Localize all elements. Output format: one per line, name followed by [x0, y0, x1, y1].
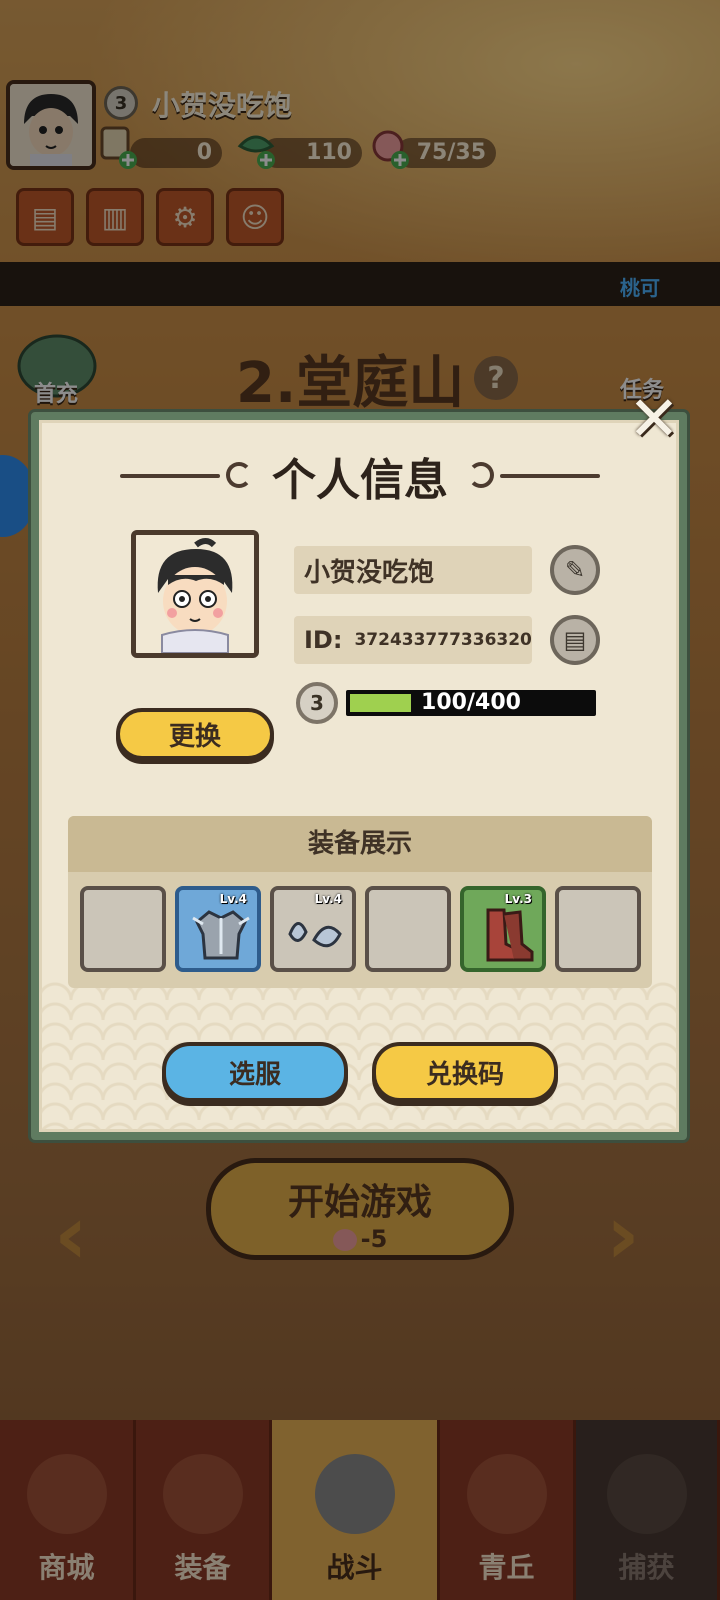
xp-text: 100/400: [421, 690, 521, 715]
edit-name-brush-icon[interactable]: ✎: [550, 545, 600, 595]
bracer-icon: [288, 922, 342, 948]
change-avatar-button[interactable]: 更换: [116, 708, 274, 760]
profile-name-field: 小贺没吃饱: [294, 546, 532, 594]
armor-icon: [192, 910, 250, 960]
equipment-slot-6[interactable]: [555, 886, 641, 972]
profile-id-field: ID: 372433777336320: [294, 616, 532, 664]
equipment-slot-5[interactable]: Lv.3: [460, 886, 546, 972]
redeem-code-button[interactable]: 兑换码: [372, 1042, 558, 1102]
dialog-title: 个人信息: [272, 455, 448, 506]
select-server-button[interactable]: 选服: [162, 1042, 348, 1102]
id-label: ID:: [304, 626, 343, 654]
title-swirl-right-icon: [468, 462, 494, 488]
equipment-slot-4[interactable]: [365, 886, 451, 972]
equipment-header: 装备展示: [68, 816, 652, 872]
profile-avatar: [131, 530, 259, 658]
equipment-slot-2[interactable]: Lv.4: [175, 886, 261, 972]
close-icon[interactable]: ✕: [628, 388, 680, 450]
profile-level-badge: 3: [296, 682, 338, 724]
dialog-wave-pattern: [39, 980, 679, 1130]
equipment-slot-3[interactable]: Lv.4: [270, 886, 356, 972]
boots-icon: [486, 908, 534, 962]
copy-id-icon[interactable]: ▤: [550, 615, 600, 665]
id-value: 372433777336320: [354, 630, 532, 650]
equipment-slot-1[interactable]: [80, 886, 166, 972]
title-divider-right: [500, 474, 600, 478]
